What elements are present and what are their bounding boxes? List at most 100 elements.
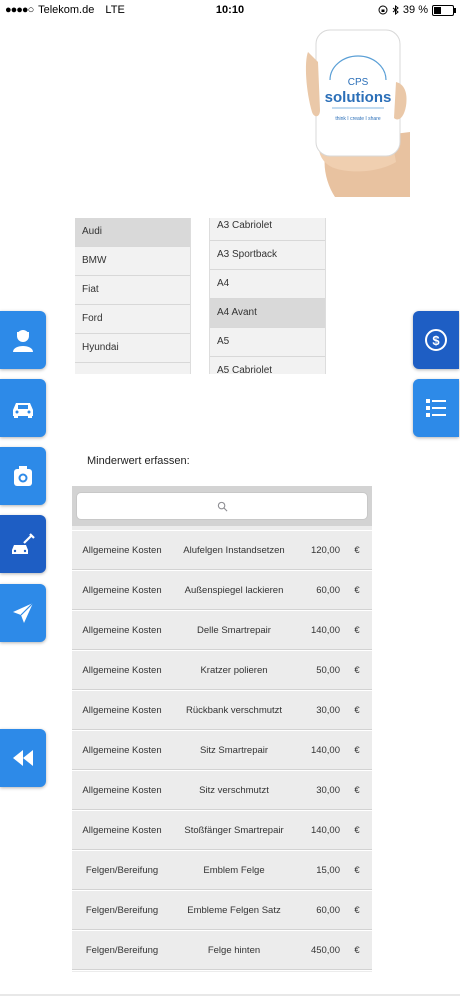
row-currency: € (354, 744, 360, 756)
row-price: 140,00 (310, 624, 340, 636)
row-price: 30,00 (316, 784, 340, 796)
row-currency: € (354, 864, 360, 876)
brand-item[interactable]: Fiat (75, 276, 190, 305)
brand-item[interactable]: Hyundai (75, 334, 190, 363)
cost-button[interactable]: $ (413, 311, 459, 369)
row-price: 450,00 (310, 944, 340, 956)
brand-item[interactable]: Audi (75, 218, 190, 247)
table-row[interactable]: Allgemeine Kosten Rückbank verschmutzt 30,… (72, 690, 372, 730)
model-item[interactable]: A3 Sportback (210, 241, 325, 270)
row-price: 60,00 (316, 584, 340, 596)
table-row[interactable]: Allgemeine Kosten Sitz Smartrepair 140,00 € (72, 730, 372, 770)
row-category: Allgemeine Kosten (82, 824, 162, 836)
row-price: 60,00 (316, 904, 340, 916)
row-currency: € (354, 824, 360, 836)
brand-item[interactable]: Ford (75, 305, 190, 334)
search-icon (217, 501, 227, 511)
battery-icon (432, 4, 456, 16)
row-item-name: Delle Smartrepair (197, 624, 271, 636)
bluetooth-icon (392, 5, 399, 15)
row-item-name: Außenspiegel lackieren (184, 584, 284, 596)
row-currency: € (354, 784, 360, 796)
row-currency: € (354, 904, 360, 916)
car-repair-button[interactable] (0, 515, 46, 573)
model-item[interactable]: A5 (210, 328, 325, 357)
search-input[interactable] (76, 492, 368, 520)
row-category: Allgemeine Kosten (82, 784, 162, 796)
row-price: 30,00 (316, 704, 340, 716)
car-repair-icon (12, 533, 35, 554)
camera-button[interactable] (0, 447, 46, 505)
brand-item[interactable]: BMW (75, 247, 190, 276)
list-icon (426, 399, 446, 417)
row-category: Allgemeine Kosten (82, 624, 162, 636)
search-bar (72, 486, 372, 526)
row-category: Allgemeine Kosten (82, 544, 162, 556)
row-item-name: Alufelgen Instandsetzen (183, 544, 285, 556)
orientation-lock-icon (378, 5, 388, 15)
send-icon (13, 602, 34, 623)
back-button[interactable] (0, 729, 46, 787)
person-icon (13, 330, 33, 352)
row-currency: € (354, 664, 360, 676)
list-button[interactable] (413, 379, 459, 437)
row-category: Felgen/Bereifung (85, 944, 159, 956)
table-row[interactable]: Allgemeine Kosten Stoßfänger Smartrepair 1… (72, 810, 372, 850)
cps-solutions-logo: CPS solutions think I create I share (305, 29, 410, 197)
row-category: Allgemeine Kosten (82, 704, 162, 716)
row-price: 140,00 (310, 824, 340, 836)
cost-table[interactable]: Allgemeine Kosten Alufelgen Instandsetzen… (72, 486, 372, 972)
battery-percent: 39 % (402, 4, 428, 16)
rewind-icon (13, 750, 33, 766)
row-item-name: Stoßfänger Smartrepair (184, 824, 284, 836)
svg-text:$: $ (432, 333, 440, 348)
table-row[interactable]: Allgemeine Kosten Kratzer polieren 50,00 € (72, 650, 372, 690)
row-category: Allgemeine Kosten (82, 744, 162, 756)
model-item[interactable]: A5 Cabriolet (210, 357, 325, 374)
row-item-name: Emblem Felge (203, 864, 265, 876)
status-right: 39 % (378, 4, 456, 16)
dollar-icon: $ (425, 329, 447, 351)
table-row[interactable]: Allgemeine Kosten Delle Smartrepair 140,00… (72, 610, 372, 650)
row-currency: € (354, 584, 360, 596)
car-button[interactable] (0, 379, 46, 437)
row-price: 120,00 (310, 544, 340, 556)
logo-tagline-text: think I create I share (335, 116, 381, 122)
row-item-name: Felge hinten (207, 944, 261, 956)
model-item[interactable]: A4 Avant (210, 299, 325, 328)
logo-cps-text: CPS (348, 77, 369, 88)
camera-icon (14, 466, 32, 486)
model-item[interactable]: A4 (210, 270, 325, 299)
table-row[interactable]: Felgen/BereifungFelge vorne450,00€ (72, 970, 372, 972)
row-item-name: Sitz verschmutzt (199, 784, 269, 796)
row-item-name: Kratzer polieren (200, 664, 268, 676)
table-row[interactable]: Allgemeine Kosten Sitz verschmutzt 30,00 € (72, 770, 372, 810)
row-currency: € (354, 704, 360, 716)
row-category: Felgen/Bereifung (85, 904, 159, 916)
status-bar: ●●●●○ Telekom.de LTE 10:10 39 % (0, 0, 460, 22)
row-category: Felgen/Bereifung (85, 864, 159, 876)
table-row[interactable]: Felgen/Bereifung Embleme Felgen Satz 60,00… (72, 890, 372, 930)
person-button[interactable] (0, 311, 46, 369)
model-picker[interactable]: A3 Cabriolet A3 Sportback A4 A4 Avant A5… (209, 218, 326, 374)
send-button[interactable] (0, 584, 46, 642)
table-row[interactable]: Allgemeine Kosten Außenspiegel lackieren 6… (72, 570, 372, 610)
row-currency: € (354, 944, 360, 956)
row-item-name: Sitz Smartrepair (199, 744, 269, 756)
row-category: Allgemeine Kosten (82, 664, 162, 676)
section-title: Minderwert erfassen: (87, 455, 190, 467)
row-price: 15,00 (316, 864, 340, 876)
row-item-name: Rückbank verschmutzt (185, 704, 283, 716)
brand-picker[interactable]: Audi BMW Fiat Ford Hyundai (75, 218, 191, 374)
row-item-name: Embleme Felgen Satz (187, 904, 281, 916)
car-icon (13, 403, 33, 418)
row-category: Allgemeine Kosten (82, 584, 162, 596)
table-row[interactable]: Felgen/Bereifung Emblem Felge 15,00 € (72, 850, 372, 890)
table-row[interactable]: Felgen/Bereifung Felge hinten 450,00 € (72, 930, 372, 970)
logo-solutions-text: solutions (325, 89, 392, 106)
row-price: 140,00 (310, 744, 340, 756)
model-item[interactable]: A3 Cabriolet (210, 218, 325, 241)
row-currency: € (354, 544, 360, 556)
table-row[interactable]: Allgemeine Kosten Alufelgen Instandsetzen… (72, 530, 372, 570)
row-price: 50,00 (316, 664, 340, 676)
